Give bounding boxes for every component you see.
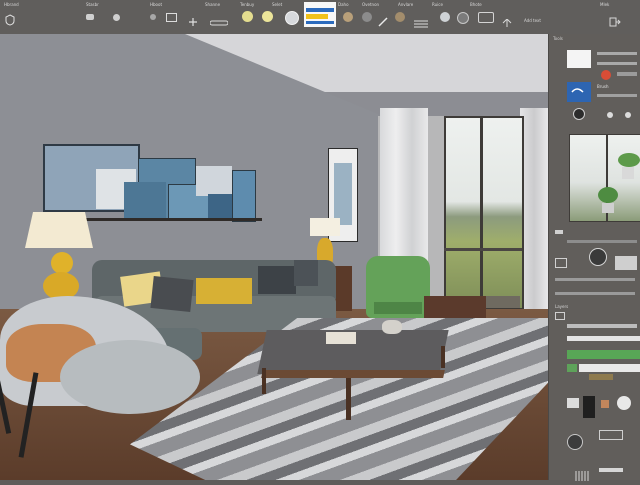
dial-icon[interactable] bbox=[589, 248, 607, 266]
lamp-shade-left bbox=[25, 212, 93, 248]
toolbar-label-9: Anvlare bbox=[398, 2, 414, 7]
layer-thumb-green[interactable] bbox=[567, 364, 577, 372]
swatch-black[interactable] bbox=[583, 396, 595, 418]
pen-tool-icon[interactable] bbox=[378, 12, 388, 27]
swatch-round-white[interactable] bbox=[617, 396, 631, 410]
eye-icon[interactable] bbox=[555, 312, 565, 320]
slider-track-4[interactable] bbox=[597, 94, 637, 97]
swatch-brown[interactable] bbox=[601, 400, 609, 408]
move-tool-icon[interactable] bbox=[187, 12, 199, 26]
color-wheel-icon[interactable] bbox=[567, 434, 583, 450]
right-curtain bbox=[520, 108, 548, 338]
slider-track-2[interactable] bbox=[597, 62, 637, 65]
tools-panel: Tools Brush Layers bbox=[548, 34, 640, 481]
dark-pillow-right bbox=[294, 260, 318, 286]
slider-track-8[interactable] bbox=[599, 468, 623, 472]
layers-label: Layers bbox=[555, 304, 569, 309]
reference-preview bbox=[569, 134, 640, 222]
texture-swatch-icon[interactable] bbox=[343, 12, 353, 22]
yellow-pillow-center bbox=[196, 278, 252, 304]
layer-row-3[interactable] bbox=[579, 364, 640, 372]
frame-icon[interactable] bbox=[555, 258, 567, 268]
light-yellow-swatch-icon[interactable] bbox=[262, 11, 273, 22]
canvas-image[interactable] bbox=[0, 34, 548, 480]
dark-pillow bbox=[258, 266, 296, 294]
layer-row-1[interactable] bbox=[567, 324, 637, 328]
slider-track-6[interactable] bbox=[555, 278, 635, 281]
toolbar-label-12: Mlek bbox=[600, 2, 610, 7]
lamp-base-top-left bbox=[51, 252, 73, 274]
preset-thumbnail[interactable] bbox=[567, 50, 591, 68]
exit-icon[interactable] bbox=[609, 12, 621, 27]
layer-row-4[interactable] bbox=[589, 374, 613, 380]
circle-tool-icon[interactable] bbox=[113, 14, 120, 21]
balcony-rail bbox=[444, 248, 522, 251]
toolbar-label-10: Ruice bbox=[432, 2, 443, 7]
vase-decor bbox=[382, 320, 402, 334]
blue-layer-thumbnail[interactable] bbox=[567, 82, 591, 102]
active-layer-thumbnail-icon[interactable] bbox=[304, 2, 336, 27]
grid-icon[interactable] bbox=[575, 466, 589, 481]
toolbar-label-11: Bhote bbox=[470, 2, 482, 7]
layer-row-2[interactable] bbox=[567, 336, 640, 341]
panel-group-label: Tools bbox=[553, 36, 563, 41]
add-text-button[interactable]: Add text bbox=[524, 18, 541, 23]
toolbar-label-1: Hbrand bbox=[4, 2, 19, 7]
top-toolbar: Hbrand Stasbr Hboot Shanne Tenbuy Selet … bbox=[0, 0, 640, 35]
toolbar-label-7: Daho bbox=[338, 2, 349, 7]
toolbar-label-2: Stasbr bbox=[86, 2, 99, 7]
toggle-icon[interactable] bbox=[478, 12, 494, 23]
radio-icon-2[interactable] bbox=[625, 112, 631, 118]
brush-size-icon[interactable] bbox=[209, 12, 229, 26]
swatch-white[interactable] bbox=[567, 398, 579, 408]
slider-track-3[interactable] bbox=[617, 72, 637, 76]
lock-icon[interactable] bbox=[573, 108, 585, 120]
globe-icon[interactable] bbox=[440, 12, 450, 22]
lamp-shade-right bbox=[310, 218, 340, 236]
upload-icon[interactable] bbox=[502, 13, 512, 27]
record-icon[interactable] bbox=[457, 12, 469, 24]
swatch-light[interactable] bbox=[615, 256, 637, 270]
brush-label: Brush bbox=[597, 84, 609, 89]
record-dot-icon[interactable] bbox=[601, 70, 611, 80]
slider-track-1[interactable] bbox=[597, 52, 637, 55]
dot-tool-icon[interactable] bbox=[150, 14, 156, 20]
wall-art-panel-7 bbox=[208, 194, 232, 219]
toolbar-label-6: Selet bbox=[272, 2, 283, 7]
layer-row-active[interactable] bbox=[567, 350, 640, 359]
wall-art-panel-4 bbox=[124, 182, 166, 218]
window-mullion bbox=[480, 116, 483, 308]
panel-handle-icon[interactable] bbox=[555, 230, 563, 234]
camera-icon[interactable] bbox=[86, 14, 94, 20]
tag-icon[interactable] bbox=[599, 430, 623, 440]
gray-swatch-icon[interactable] bbox=[362, 12, 372, 22]
books-decor bbox=[326, 332, 356, 344]
toolbar-label-5: Tenbuy bbox=[240, 2, 255, 7]
picture-shelf bbox=[82, 218, 262, 221]
wall-art-panel-8 bbox=[232, 170, 256, 222]
coffee-table-leg-left bbox=[262, 368, 266, 394]
white-swatch-icon[interactable] bbox=[285, 11, 299, 25]
toolbar-label-3: Hboot bbox=[150, 2, 163, 7]
wall-art-panel-6 bbox=[196, 166, 232, 196]
lounge-chair-cushion bbox=[60, 340, 200, 414]
coffee-table-leg-right bbox=[441, 346, 445, 368]
coffee-table-leg bbox=[346, 378, 351, 420]
coffee-table-edge bbox=[261, 370, 445, 378]
toolbar-label-8: Ovetnon bbox=[362, 2, 380, 7]
slider-track-5[interactable] bbox=[567, 240, 637, 243]
shield-icon[interactable] bbox=[4, 11, 16, 26]
radio-icon-1[interactable] bbox=[607, 112, 613, 118]
gray-pillow bbox=[150, 275, 194, 313]
sphere-swatch-icon[interactable] bbox=[395, 12, 405, 22]
align-tool-icon[interactable] bbox=[414, 13, 428, 28]
green-armchair-seat bbox=[374, 302, 422, 314]
frame-tool-icon[interactable] bbox=[166, 13, 177, 22]
yellow-swatch-icon[interactable] bbox=[242, 11, 253, 22]
window-view bbox=[444, 116, 524, 310]
toolbar-label-4: Shanne bbox=[205, 2, 221, 7]
slider-track-7[interactable] bbox=[555, 292, 635, 295]
